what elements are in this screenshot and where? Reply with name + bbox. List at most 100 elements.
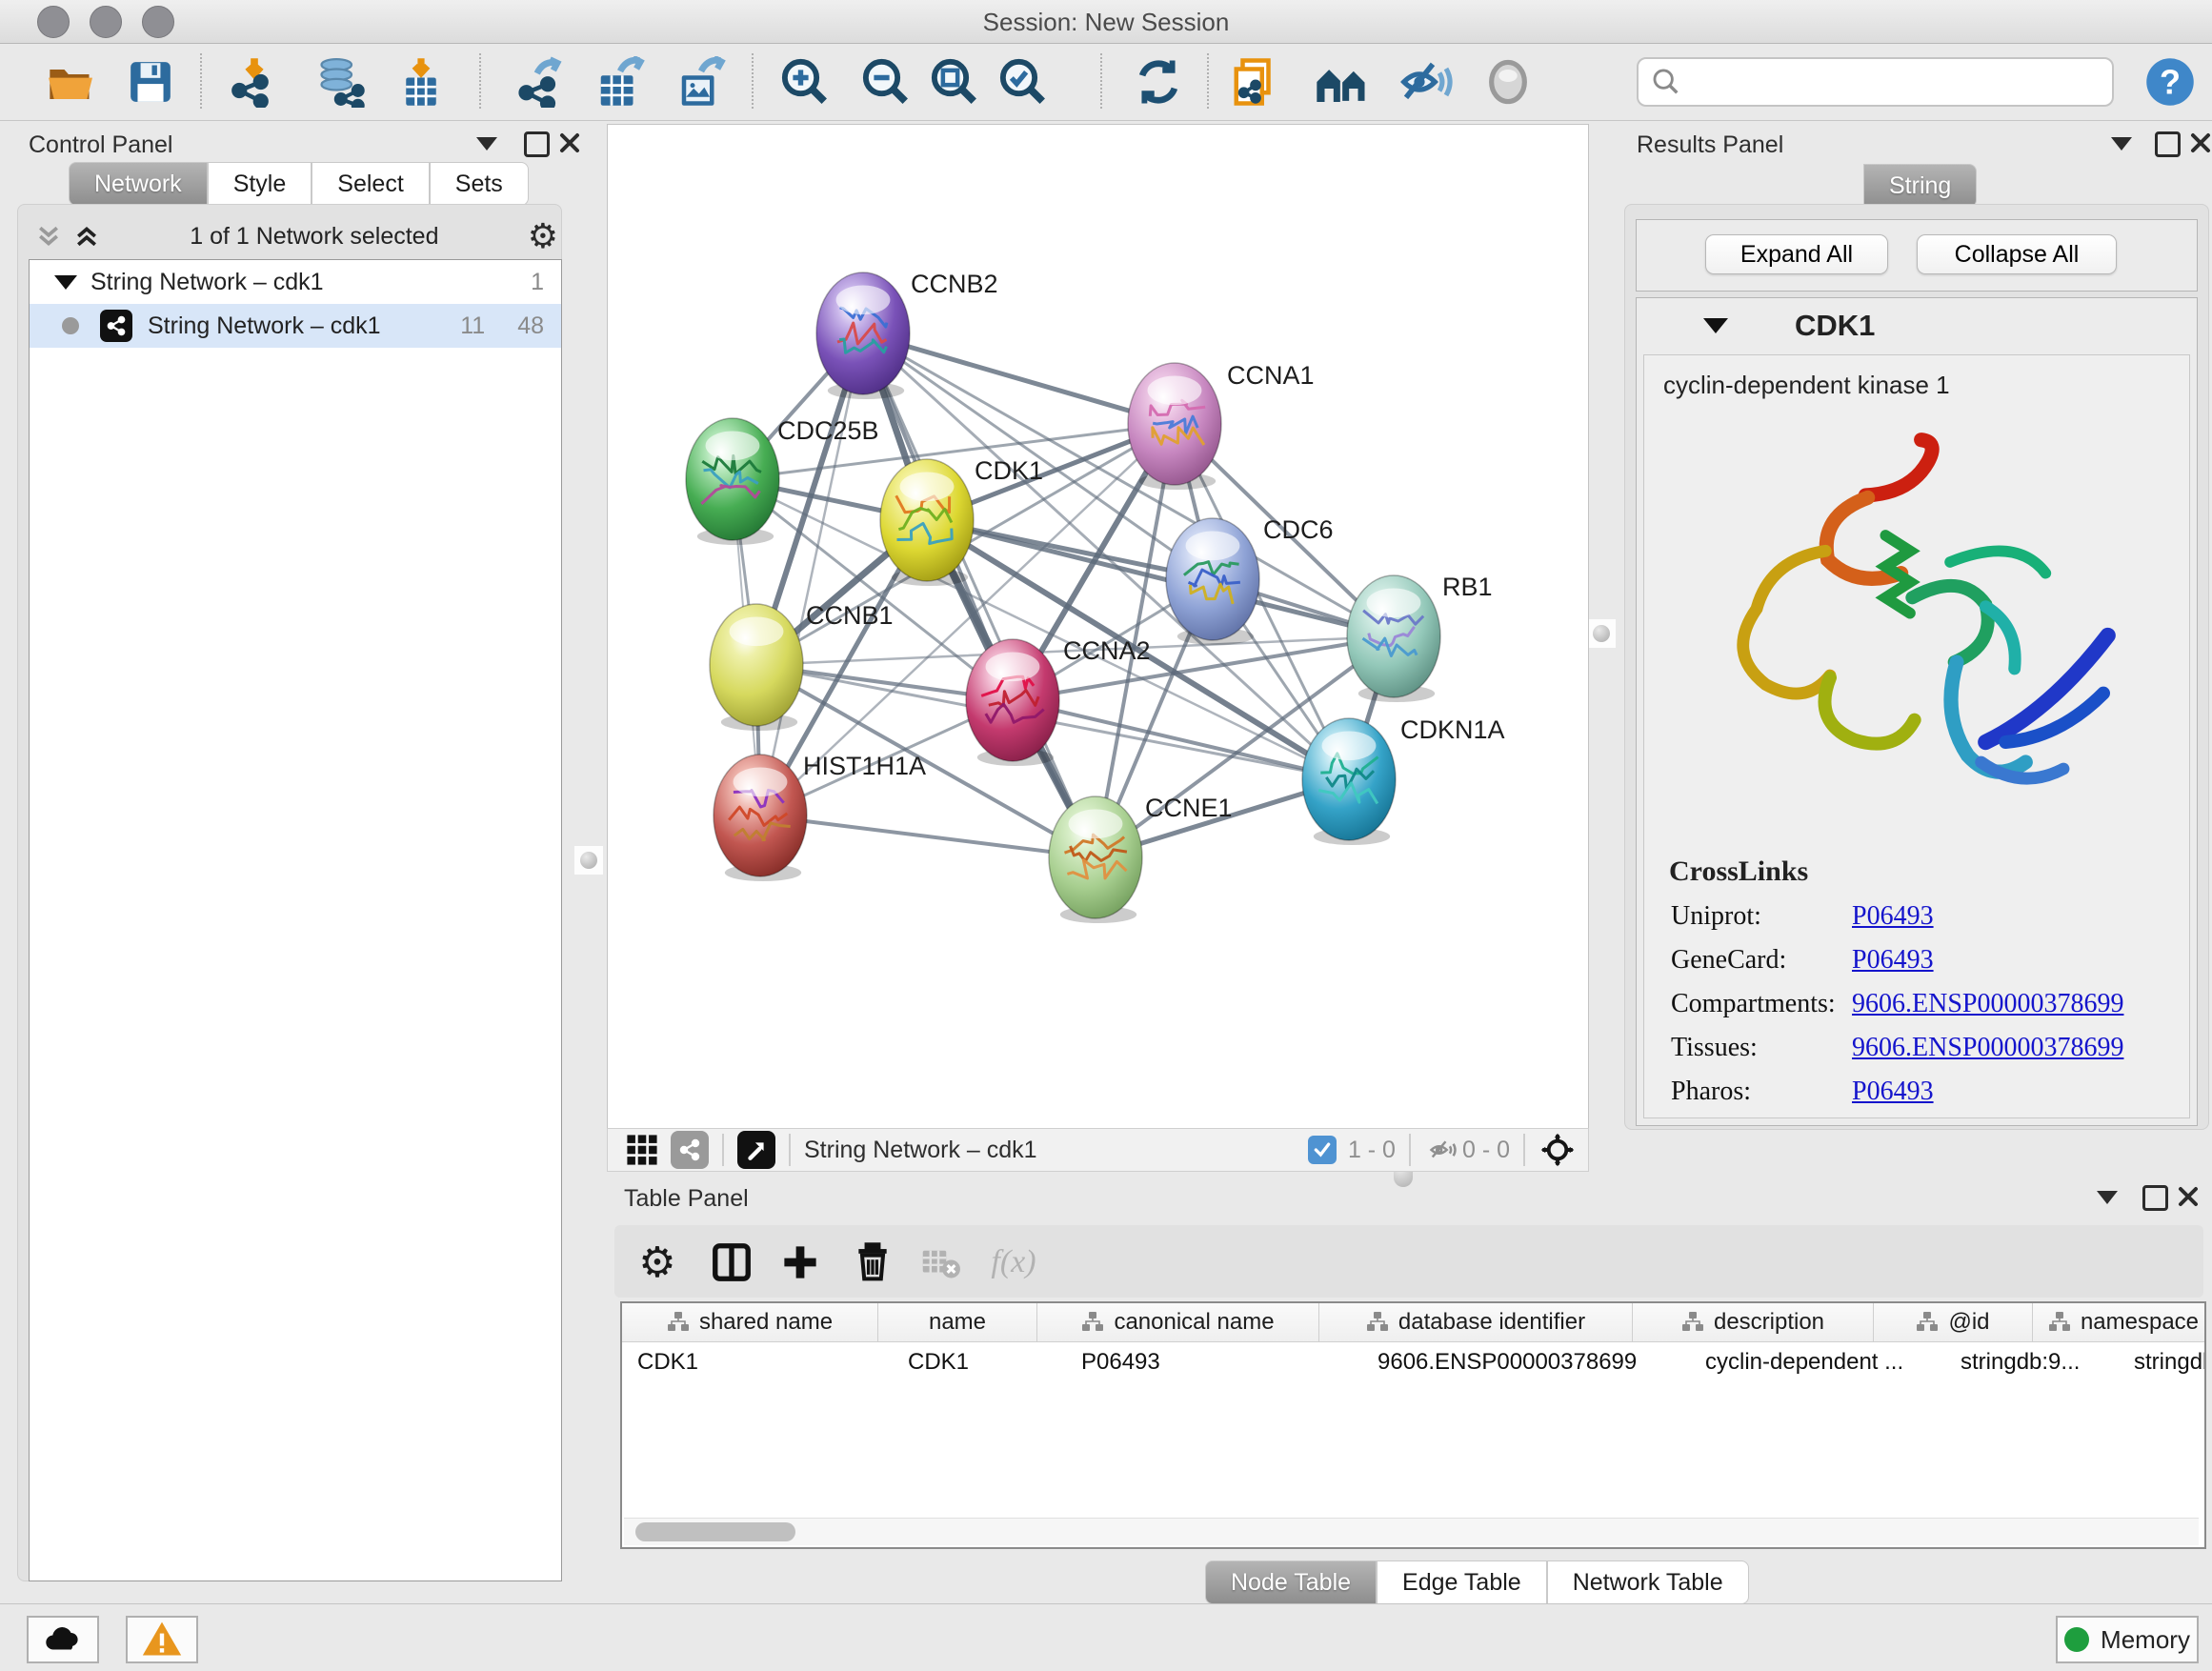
disclosure-triangle-icon[interactable]: [54, 275, 77, 290]
clone-network-icon[interactable]: [1227, 53, 1284, 111]
panel-menu-icon[interactable]: [2111, 137, 2132, 151]
warnings-button[interactable]: [126, 1616, 198, 1663]
function-builder-icon-disabled: f(x): [988, 1237, 1039, 1288]
column-header-canonical-name[interactable]: canonical name: [1037, 1303, 1319, 1341]
table-settings-gear-icon[interactable]: ⚙: [632, 1237, 683, 1288]
column-header-label: database identifier: [1398, 1309, 1585, 1336]
gene-details: cyclin-dependent kinase 1 CrossLinks Uni…: [1643, 354, 2190, 1118]
table-row[interactable]: CDK1CDK1P064939606.ENSP00000378699cyclin…: [622, 1342, 2204, 1382]
main-toolbar: ?: [0, 44, 2212, 121]
hidden-eye-icon[interactable]: [1424, 1131, 1462, 1169]
tab-style[interactable]: Style: [208, 162, 312, 206]
collapse-all-button[interactable]: Collapse All: [1917, 234, 2117, 274]
column-header-namespace[interactable]: namespace: [2033, 1303, 2206, 1341]
table-cell[interactable]: CDK1: [893, 1342, 1066, 1382]
tab-edge-table[interactable]: Edge Table: [1377, 1560, 1547, 1604]
grid-view-icon[interactable]: [623, 1131, 661, 1169]
left-splitter-handle[interactable]: [574, 846, 603, 875]
tab-string[interactable]: String: [1863, 164, 1977, 208]
table-cell[interactable]: cyclin-dependent ...: [1690, 1342, 1945, 1382]
save-session-icon[interactable]: [122, 53, 179, 111]
float-panel-icon[interactable]: [524, 131, 550, 157]
expand-all-icon[interactable]: [72, 222, 101, 251]
network-view-toolbar: String Network – cdk1 1 - 0 0 - 0: [607, 1128, 1589, 1172]
column-header-database-identifier[interactable]: database identifier: [1319, 1303, 1633, 1341]
expand-all-button[interactable]: Expand All: [1705, 234, 1888, 274]
apply-layout-icon[interactable]: [1130, 53, 1187, 111]
network-collection-row[interactable]: String Network – cdk1 1: [30, 260, 561, 304]
hidden-counts: 0 - 0: [1462, 1137, 1510, 1164]
crosslink-link[interactable]: P06493: [1852, 1077, 1934, 1107]
table-cell[interactable]: stringdb:9...: [1945, 1342, 2119, 1382]
zoom-fit-content-icon[interactable]: [926, 53, 983, 111]
zoom-out-icon[interactable]: [857, 53, 915, 111]
crosslinks-list: Uniprot:P06493GeneCard:P06493Compartment…: [1644, 901, 2189, 1107]
crosslink-link[interactable]: 9606.ENSP00000378699: [1852, 1033, 2123, 1063]
import-network-database-icon[interactable]: [314, 53, 372, 111]
gene-section-header[interactable]: CDK1: [1637, 298, 2197, 353]
table-cell[interactable]: 9606.ENSP00000378699: [1362, 1342, 1690, 1382]
crosslink-link[interactable]: P06493: [1852, 901, 1934, 932]
search-input[interactable]: [1690, 68, 2104, 96]
show-all-icon[interactable]: [1479, 53, 1537, 111]
help-icon[interactable]: ?: [2142, 53, 2199, 111]
table-cell[interactable]: P06493: [1066, 1342, 1362, 1382]
hide-selected-icon[interactable]: [1398, 53, 1455, 111]
export-image-icon[interactable]: [673, 53, 730, 111]
scrollbar-thumb[interactable]: [635, 1522, 795, 1541]
selected-checkbox-icon[interactable]: [1308, 1136, 1337, 1164]
results-panel-title: Results Panel: [1637, 131, 1783, 159]
column-header--id[interactable]: @id: [1874, 1303, 2033, 1341]
cloud-status-button[interactable]: [27, 1616, 99, 1663]
tab-select[interactable]: Select: [312, 162, 429, 206]
zoom-in-icon[interactable]: [776, 53, 834, 111]
zoom-selected-icon[interactable]: [995, 53, 1052, 111]
center-view-icon[interactable]: [1538, 1131, 1577, 1169]
crosslink-label: Uniprot:: [1671, 901, 1852, 932]
first-neighbors-icon[interactable]: [1313, 53, 1370, 111]
column-header-name[interactable]: name: [878, 1303, 1037, 1341]
collapse-all-icon[interactable]: [34, 222, 63, 251]
delete-column-icon[interactable]: [847, 1237, 898, 1288]
disclosure-triangle-icon[interactable]: [1703, 318, 1728, 333]
close-panel-icon[interactable]: [2177, 1185, 2200, 1208]
tab-network-table[interactable]: Network Table: [1547, 1560, 1749, 1604]
network-label: String Network – cdk1: [148, 312, 381, 340]
float-panel-icon[interactable]: [2142, 1185, 2168, 1211]
panel-menu-icon[interactable]: [2097, 1191, 2118, 1204]
open-session-icon[interactable]: [42, 53, 99, 111]
show-columns-icon[interactable]: [706, 1237, 757, 1288]
tab-network[interactable]: Network: [69, 162, 208, 206]
right-splitter-handle[interactable]: [1587, 619, 1616, 648]
column-header-description[interactable]: description: [1633, 1303, 1874, 1341]
search-field[interactable]: [1637, 57, 2114, 107]
table-header-row: shared namenamecanonical name database id…: [622, 1303, 2204, 1342]
memory-button[interactable]: Memory: [2056, 1616, 2199, 1663]
toolbar-divider: [789, 1134, 791, 1166]
close-panel-icon[interactable]: [558, 131, 581, 154]
crosslink-label: Tissues:: [1671, 1033, 1852, 1063]
close-panel-icon[interactable]: [2189, 131, 2212, 154]
cloud-icon: [43, 1620, 83, 1660]
export-table-icon[interactable]: [592, 53, 649, 111]
create-column-icon[interactable]: [774, 1237, 826, 1288]
column-type-icon: [1916, 1311, 1939, 1334]
table-cell[interactable]: stringdb: [2119, 1342, 2206, 1382]
string-view-icon[interactable]: [671, 1131, 709, 1169]
crosslink-link[interactable]: P06493: [1852, 945, 1934, 976]
network-row-selected[interactable]: String Network – cdk1 11 48: [30, 304, 561, 348]
tab-sets[interactable]: Sets: [430, 162, 529, 206]
birds-eye-view-icon[interactable]: [737, 1131, 775, 1169]
network-canvas[interactable]: CCNB2CCNA1CDC25BCDK1CDC6RB1CCNB1CCNA2CDK…: [607, 124, 1589, 1129]
network-options-gear-icon[interactable]: ⚙: [528, 216, 558, 256]
import-network-file-icon[interactable]: [226, 53, 283, 111]
table-horizontal-scrollbar[interactable]: [624, 1518, 2199, 1545]
column-header-shared-name[interactable]: shared name: [622, 1303, 878, 1341]
import-table-icon[interactable]: [392, 53, 450, 111]
table-cell[interactable]: CDK1: [622, 1342, 893, 1382]
float-panel-icon[interactable]: [2155, 131, 2181, 157]
panel-menu-icon[interactable]: [476, 137, 497, 151]
export-network-icon[interactable]: [511, 53, 568, 111]
crosslink-link[interactable]: 9606.ENSP00000378699: [1852, 989, 2123, 1019]
tab-node-table[interactable]: Node Table: [1205, 1560, 1377, 1604]
